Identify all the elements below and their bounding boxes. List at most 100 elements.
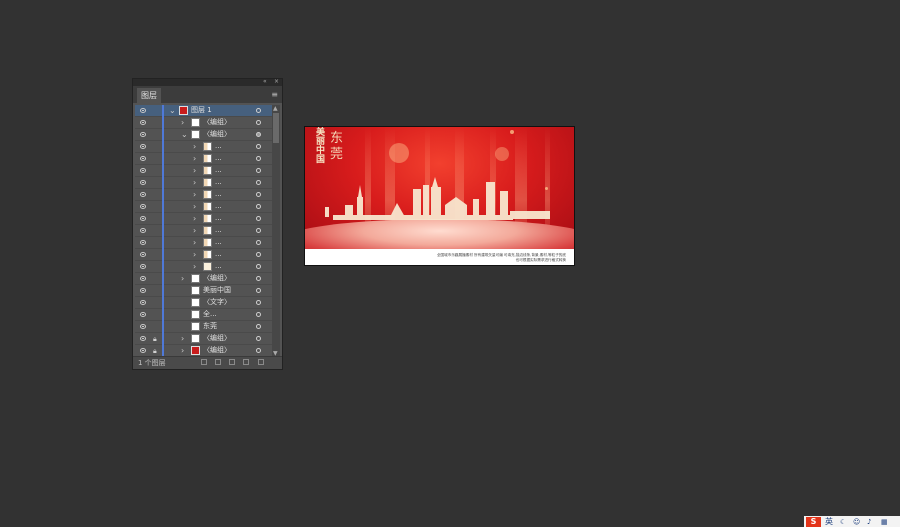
chevron-right-icon[interactable]: ›: [193, 262, 196, 271]
emoji-icon[interactable]: ☺: [853, 518, 860, 526]
new-sublayer-icon[interactable]: [229, 359, 235, 365]
target-circle-icon[interactable]: [256, 180, 261, 185]
target-circle-icon[interactable]: [256, 120, 261, 125]
visibility-eye-icon[interactable]: [140, 336, 146, 341]
visibility-eye-icon[interactable]: [140, 240, 146, 245]
ime-mode-toggle[interactable]: 英: [825, 516, 833, 527]
chevron-right-icon[interactable]: ›: [193, 178, 196, 187]
layer-name[interactable]: ...: [215, 189, 222, 200]
layer-row[interactable]: 东莞: [135, 321, 273, 333]
visibility-eye-icon[interactable]: [140, 144, 146, 149]
visibility-eye-icon[interactable]: [140, 228, 146, 233]
layer-row[interactable]: 全...: [135, 309, 273, 321]
chevron-right-icon[interactable]: ›: [193, 154, 196, 163]
keyboard-icon[interactable]: ▦: [881, 518, 888, 526]
layer-row[interactable]: › 〈编组〉: [135, 117, 273, 129]
ime-logo-icon[interactable]: S: [806, 517, 821, 527]
poster-artwork[interactable]: 美丽中国 东莞: [305, 127, 574, 249]
target-circle-icon[interactable]: [256, 252, 261, 257]
layer-name[interactable]: ...: [215, 213, 222, 224]
chevron-down-icon[interactable]: ⌄: [181, 130, 188, 139]
target-circle-icon[interactable]: [256, 336, 261, 341]
target-circle-icon[interactable]: [256, 204, 261, 209]
visibility-eye-icon[interactable]: [140, 264, 146, 269]
target-circle-icon[interactable]: [256, 144, 261, 149]
layer-name[interactable]: ...: [215, 177, 222, 188]
new-layer-icon[interactable]: [243, 359, 249, 365]
chevron-right-icon[interactable]: ›: [181, 118, 184, 127]
layer-name[interactable]: 全...: [203, 309, 217, 320]
target-circle-icon[interactable]: [256, 240, 261, 245]
target-circle-icon[interactable]: [256, 108, 261, 113]
layer-name[interactable]: 〈编组〉: [203, 273, 231, 284]
visibility-eye-icon[interactable]: [140, 312, 146, 317]
visibility-eye-icon[interactable]: [140, 300, 146, 305]
layer-name[interactable]: 东莞: [203, 321, 217, 332]
target-circle-icon[interactable]: [256, 276, 261, 281]
visibility-eye-icon[interactable]: [140, 216, 146, 221]
scroll-up-icon[interactable]: ▲: [273, 105, 278, 112]
layer-row[interactable]: ›...: [135, 261, 273, 273]
chevron-right-icon[interactable]: ›: [181, 274, 184, 283]
layer-name[interactable]: ...: [215, 165, 222, 176]
layer-row[interactable]: ›...: [135, 201, 273, 213]
artboard[interactable]: 美丽中国 东莞 全国城市乐趣展播素材 所有建筑矢量可编 可填充,描边线条,背景,…: [304, 126, 575, 266]
layer-name[interactable]: 〈文字〉: [203, 297, 231, 308]
target-circle-icon[interactable]: [256, 324, 261, 329]
visibility-eye-icon[interactable]: [140, 108, 146, 113]
layer-row[interactable]: ›...: [135, 177, 273, 189]
layer-row[interactable]: ›...: [135, 213, 273, 225]
layer-row[interactable]: 🔒︎ › 〈编组〉: [135, 333, 273, 345]
layer-name[interactable]: 〈编组〉: [203, 345, 231, 356]
target-circle-icon[interactable]: [256, 168, 261, 173]
moon-icon[interactable]: ☾: [840, 518, 846, 526]
layer-row[interactable]: ›...: [135, 249, 273, 261]
visibility-eye-icon[interactable]: [140, 120, 146, 125]
chevron-right-icon[interactable]: ›: [193, 190, 196, 199]
lock-icon[interactable]: 🔒︎: [153, 335, 157, 344]
visibility-eye-icon[interactable]: [140, 168, 146, 173]
visibility-eye-icon[interactable]: [140, 156, 146, 161]
target-circle-icon[interactable]: [256, 228, 261, 233]
target-circle-icon[interactable]: [256, 288, 261, 293]
target-circle-icon[interactable]: [256, 300, 261, 305]
chevron-right-icon[interactable]: ›: [193, 166, 196, 175]
collapse-icon[interactable]: «: [263, 78, 267, 85]
visibility-eye-icon[interactable]: [140, 324, 146, 329]
layer-name[interactable]: ...: [215, 153, 222, 164]
layer-name[interactable]: ...: [215, 237, 222, 248]
visibility-eye-icon[interactable]: [140, 132, 146, 137]
scrollbar-thumb[interactable]: [273, 113, 279, 143]
layer-name[interactable]: 美丽中国: [203, 285, 231, 296]
clipping-mask-icon[interactable]: [215, 359, 221, 365]
visibility-eye-icon[interactable]: [140, 192, 146, 197]
target-circle-icon[interactable]: [256, 312, 261, 317]
target-circle-icon[interactable]: [256, 132, 261, 137]
layer-name[interactable]: 〈编组〉: [203, 129, 231, 140]
layer-row[interactable]: ›...: [135, 225, 273, 237]
visibility-eye-icon[interactable]: [140, 348, 146, 353]
visibility-eye-icon[interactable]: [140, 288, 146, 293]
chevron-right-icon[interactable]: ›: [193, 214, 196, 223]
chevron-right-icon[interactable]: ›: [181, 334, 184, 343]
visibility-eye-icon[interactable]: [140, 252, 146, 257]
layer-row[interactable]: ›...: [135, 237, 273, 249]
chevron-right-icon[interactable]: ›: [193, 202, 196, 211]
chevron-down-icon[interactable]: ⌄: [169, 106, 176, 115]
chevron-right-icon[interactable]: ›: [193, 238, 196, 247]
panel-titlebar[interactable]: « ×: [133, 78, 282, 86]
target-circle-icon[interactable]: [256, 216, 261, 221]
layer-name[interactable]: ...: [215, 249, 222, 260]
chevron-right-icon[interactable]: ›: [193, 142, 196, 151]
layer-name[interactable]: 〈编组〉: [203, 333, 231, 344]
mic-icon[interactable]: ♪: [867, 518, 871, 526]
chevron-right-icon[interactable]: ›: [193, 250, 196, 259]
delete-layer-icon[interactable]: [258, 359, 264, 365]
layer-row[interactable]: ›...: [135, 189, 273, 201]
layer-name[interactable]: 图层 1: [191, 105, 212, 116]
lock-icon[interactable]: 🔒︎: [153, 347, 157, 356]
target-circle-icon[interactable]: [256, 264, 261, 269]
layer-row[interactable]: ›...: [135, 165, 273, 177]
target-circle-icon[interactable]: [256, 192, 261, 197]
layer-row[interactable]: 美丽中国: [135, 285, 273, 297]
